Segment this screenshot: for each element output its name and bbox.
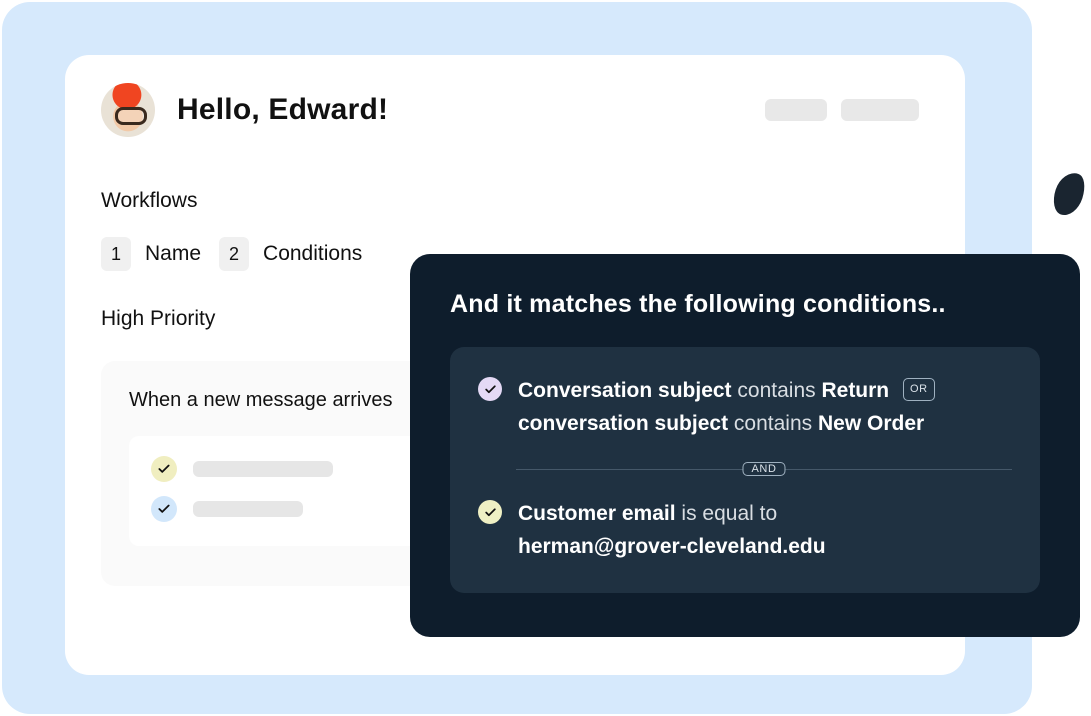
conditions-box: Conversation subject contains Return OR … <box>450 347 1040 593</box>
condition-value: Return <box>821 379 889 402</box>
trigger-card-title: When a new message arrives <box>129 389 433 412</box>
conditions-panel: And it matches the following conditions.… <box>410 254 1080 637</box>
workflows-title: Workflows <box>101 189 929 213</box>
list-item <box>151 456 411 482</box>
step-conditions[interactable]: 2 Conditions <box>219 237 362 271</box>
header-actions <box>765 99 929 121</box>
placeholder-bar <box>193 461 333 477</box>
greeting-title: Hello, Edward! <box>177 93 388 127</box>
check-icon <box>151 456 177 482</box>
condition-operator: contains <box>734 412 812 435</box>
condition-group[interactable]: Conversation subject contains Return OR … <box>478 375 1012 440</box>
condition-group[interactable]: Customer email is equal to herman@grover… <box>478 498 1012 563</box>
check-icon <box>151 496 177 522</box>
step-name[interactable]: 1 Name <box>101 237 201 271</box>
condition-value: herman@grover-cleveland.edu <box>518 535 826 558</box>
check-icon <box>478 500 502 524</box>
avatar[interactable] <box>101 83 155 137</box>
feather-icon <box>1049 169 1089 219</box>
condition-field: conversation subject <box>518 412 728 435</box>
header-action-placeholder[interactable] <box>765 99 827 121</box>
trigger-card: When a new message arrives <box>101 361 461 586</box>
step-number: 2 <box>219 237 249 271</box>
condition-field: Customer email <box>518 502 676 525</box>
placeholder-bar <box>193 501 303 517</box>
trigger-checklist <box>129 436 433 546</box>
condition-text: Conversation subject contains Return OR … <box>518 375 935 440</box>
and-chip[interactable]: AND <box>742 462 785 476</box>
condition-text: Customer email is equal to herman@grover… <box>518 498 826 563</box>
condition-separator: AND <box>516 458 1012 480</box>
step-label: Name <box>145 242 201 266</box>
or-chip[interactable]: OR <box>903 378 935 401</box>
list-item <box>151 496 411 522</box>
condition-operator: contains <box>737 379 815 402</box>
condition-value: New Order <box>818 412 924 435</box>
condition-operator: is equal to <box>681 502 777 525</box>
header: Hello, Edward! <box>101 83 929 137</box>
header-action-placeholder[interactable] <box>841 99 919 121</box>
step-number: 1 <box>101 237 131 271</box>
condition-field: Conversation subject <box>518 379 732 402</box>
check-icon <box>478 377 502 401</box>
step-label: Conditions <box>263 242 362 266</box>
conditions-title: And it matches the following conditions.… <box>450 290 1040 319</box>
